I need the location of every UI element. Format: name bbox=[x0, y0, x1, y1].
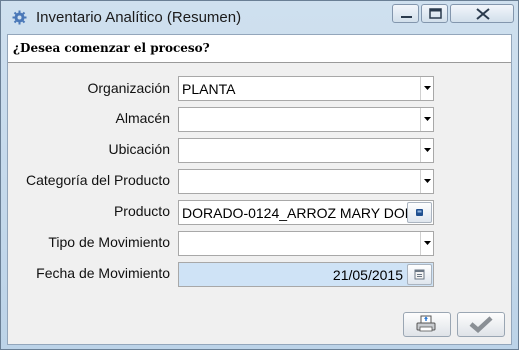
maximize-button[interactable] bbox=[421, 4, 448, 23]
product-category-dropdown-button[interactable] bbox=[420, 170, 433, 193]
product-label: Producto bbox=[113, 203, 170, 219]
organization-dropdown-button[interactable] bbox=[420, 77, 433, 100]
close-icon bbox=[476, 8, 490, 20]
movement-type-label: Tipo de Movimiento bbox=[48, 234, 170, 250]
organization-label: Organización bbox=[87, 80, 171, 96]
product-category-select[interactable] bbox=[178, 169, 434, 194]
chevron-down-icon bbox=[424, 241, 431, 245]
chevron-down-icon bbox=[424, 179, 431, 183]
gear-icon bbox=[12, 10, 27, 25]
movement-type-dropdown-button[interactable] bbox=[420, 232, 433, 255]
calendar-button[interactable] bbox=[407, 264, 432, 285]
calendar-icon bbox=[414, 269, 425, 280]
organization-value: PLANTA bbox=[182, 81, 236, 97]
warehouse-label: Almacén bbox=[115, 110, 170, 126]
product-value: DORADO-0124_ARROZ MARY DOR bbox=[182, 205, 410, 221]
product-field[interactable]: DORADO-0124_ARROZ MARY DOR bbox=[178, 200, 434, 225]
movement-type-select[interactable] bbox=[178, 231, 434, 256]
minimize-button[interactable] bbox=[392, 4, 419, 23]
product-search-button[interactable] bbox=[407, 202, 432, 223]
warehouse-select[interactable] bbox=[178, 107, 434, 132]
organization-select[interactable]: PLANTA bbox=[178, 76, 434, 101]
dialog-content: ¿Desea comenzar el proceso? Organización… bbox=[7, 34, 512, 345]
maximize-icon bbox=[429, 8, 442, 19]
ok-button[interactable] bbox=[457, 312, 505, 337]
movement-date-label: Fecha de Movimiento bbox=[36, 265, 170, 281]
chevron-down-icon bbox=[424, 117, 431, 121]
checkmark-icon bbox=[469, 316, 493, 334]
chevron-down-icon bbox=[424, 148, 431, 152]
location-select[interactable] bbox=[178, 138, 434, 163]
minimize-icon bbox=[401, 16, 412, 18]
location-dropdown-button[interactable] bbox=[420, 139, 433, 162]
warehouse-dropdown-button[interactable] bbox=[420, 108, 433, 131]
print-icon bbox=[416, 315, 436, 332]
product-category-label: Categoría del Producto bbox=[26, 172, 170, 188]
dialog-window: Inventario Analítico (Resumen) ¿Desea co… bbox=[0, 0, 519, 350]
movement-date-field[interactable]: 21/05/2015 bbox=[178, 262, 434, 287]
title-bar[interactable]: Inventario Analítico (Resumen) bbox=[1, 1, 518, 34]
close-button[interactable] bbox=[450, 4, 514, 23]
print-button[interactable] bbox=[403, 312, 451, 337]
location-label: Ubicación bbox=[108, 141, 170, 157]
prompt-question: ¿Desea comenzar el proceso? bbox=[13, 41, 210, 55]
prompt-bar: ¿Desea comenzar el proceso? bbox=[8, 35, 511, 63]
chevron-down-icon bbox=[424, 86, 431, 90]
movement-date-value: 21/05/2015 bbox=[332, 267, 403, 283]
window-title: Inventario Analítico (Resumen) bbox=[36, 9, 242, 26]
search-icon bbox=[416, 209, 423, 216]
